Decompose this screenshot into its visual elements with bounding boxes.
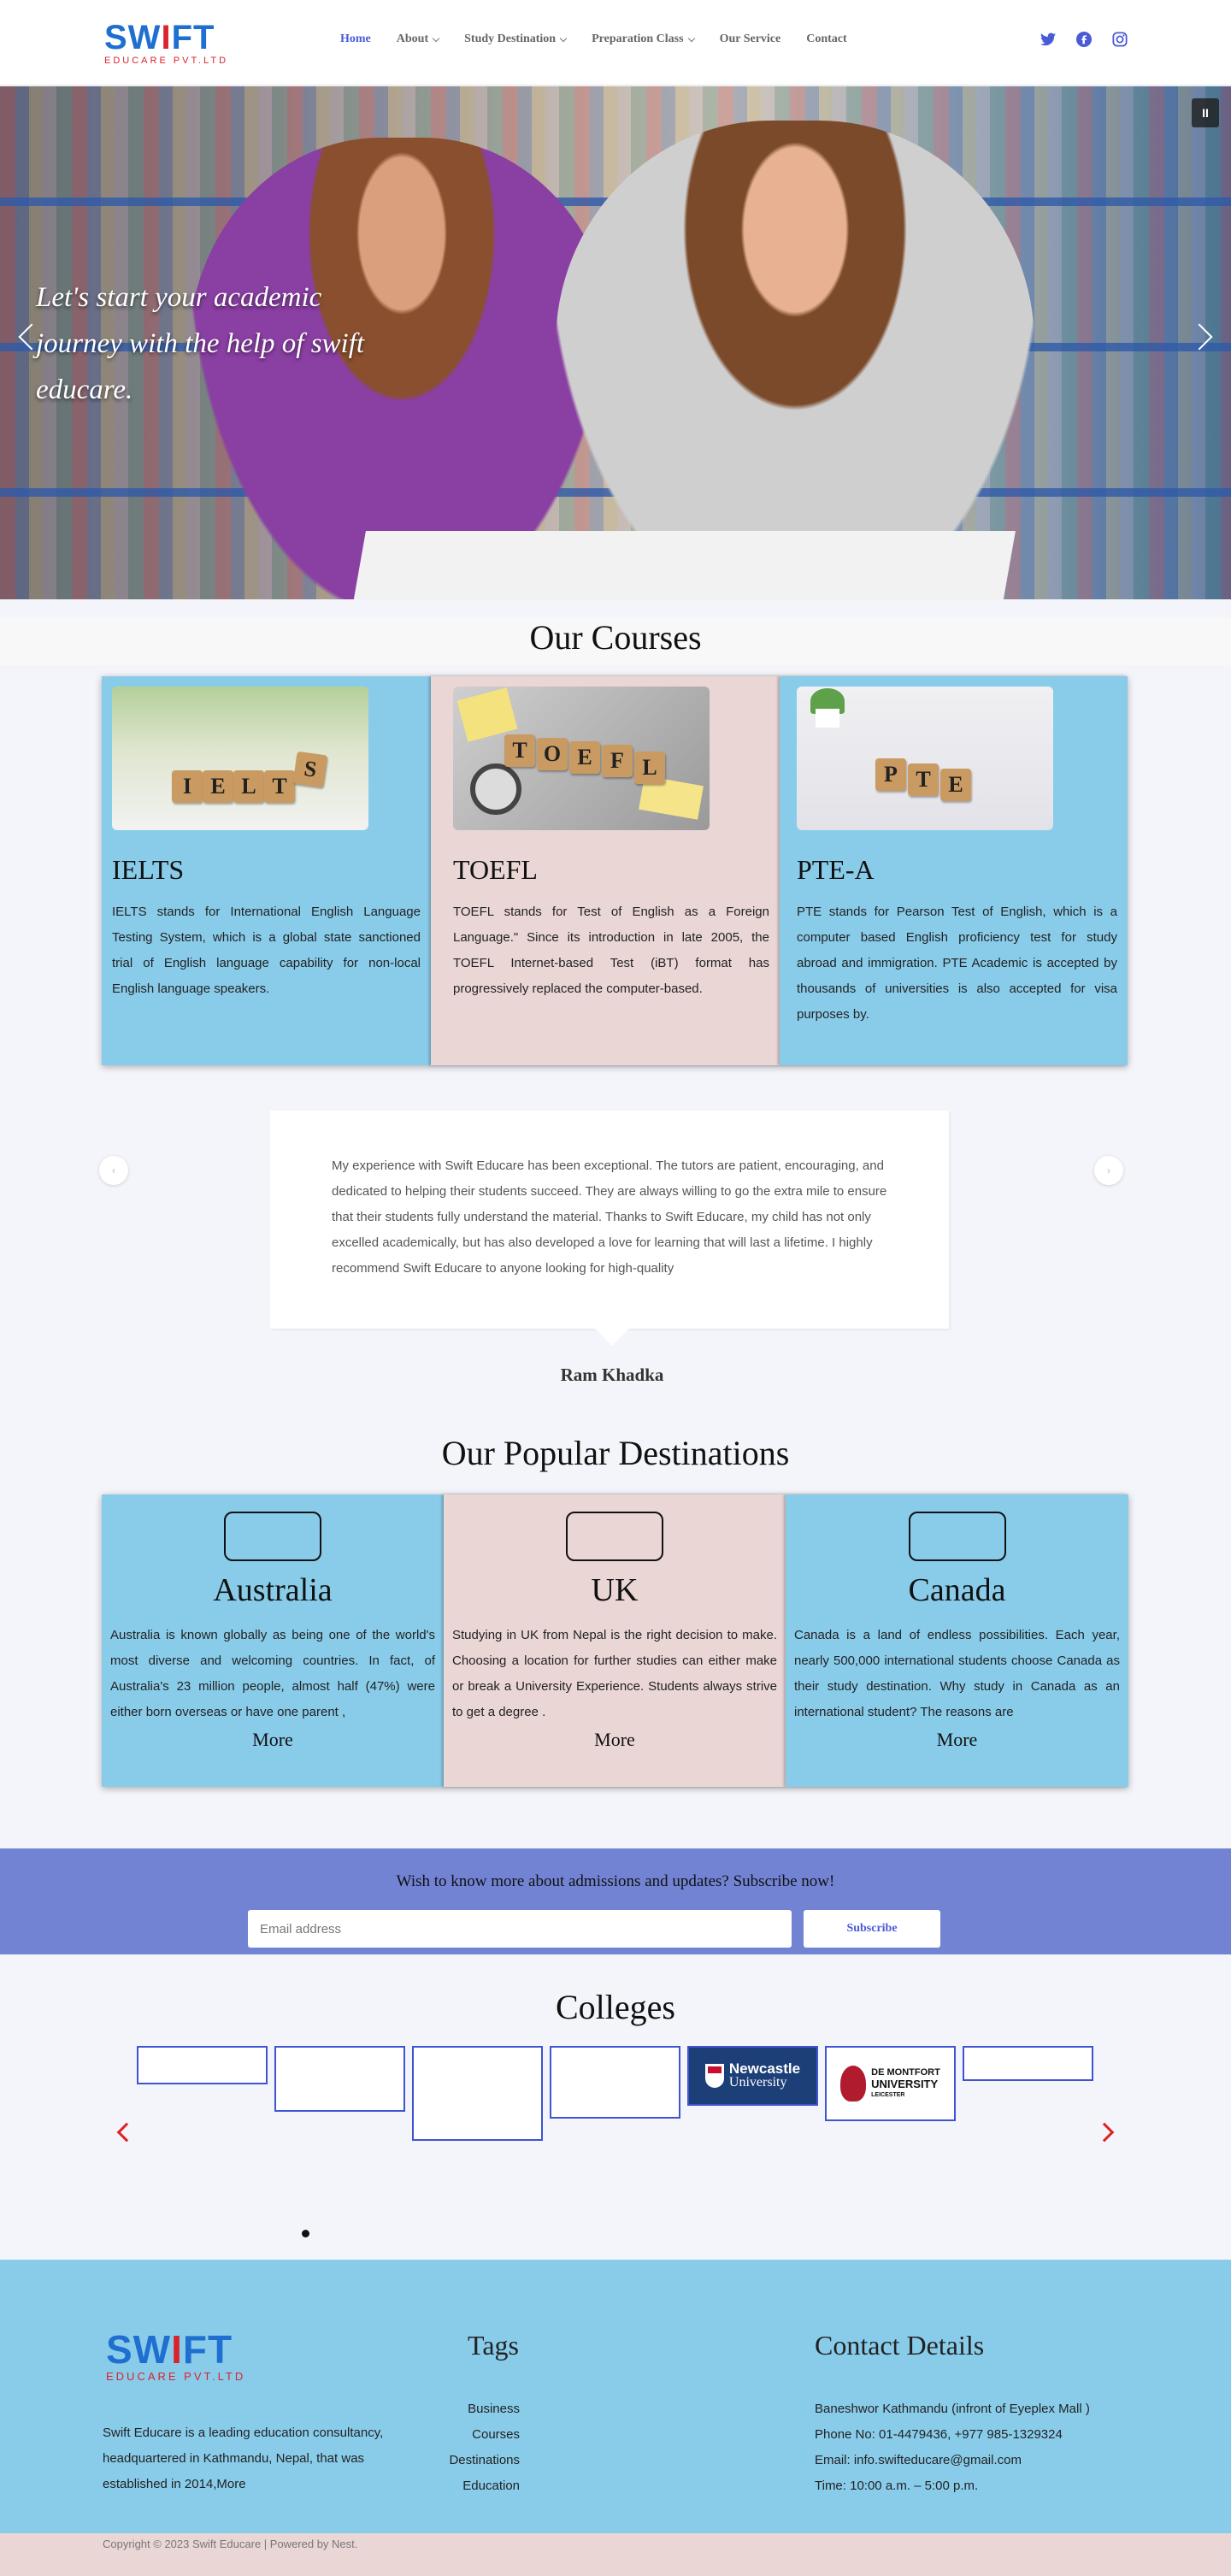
destination-title: UK — [591, 1572, 639, 1608]
tags-title: Tags — [468, 2330, 519, 2361]
hero-book — [352, 531, 1016, 599]
contact-address: Baneshwor Kathmandu (infront of Eyeplex … — [815, 2402, 1090, 2416]
testimonial-text: My experience with Swift Educare has bee… — [332, 1158, 887, 1276]
australia-flag-image — [224, 1512, 321, 1561]
destination-title: Canada — [908, 1572, 1006, 1608]
course-description: TOEFL stands for Test of English as a Fo… — [453, 905, 769, 996]
destination-card-uk[interactable]: UK Studying in UK from Nepal is the righ… — [444, 1494, 786, 1787]
subscribe-button[interactable]: Subscribe — [804, 1910, 940, 1948]
newcastle-university-logo[interactable]: Newcastle University — [687, 2046, 818, 2106]
course-card-ielts[interactable]: I E L T S IELTS IELTS stands for Interna… — [102, 676, 431, 1065]
nav-home[interactable]: Home — [340, 32, 371, 46]
contact-phone: Phone No: 01-4479436, +977 985-1329324 — [815, 2427, 1063, 2442]
site-header: SWIFT EDUCARE PVT.LTD Home About Study D… — [0, 0, 1231, 85]
destination-description: Australia is known globally as being one… — [110, 1628, 435, 1719]
course-title: IELTS — [112, 854, 185, 885]
course-title: PTE-A — [797, 854, 875, 885]
hero-slider: Let's start your academic journey with t… — [0, 86, 1231, 599]
hero-student-right — [556, 121, 1034, 599]
nav-contact[interactable]: Contact — [806, 32, 846, 46]
course-card-pte[interactable]: P T E PTE-A PTE stands for Pearson Test … — [780, 676, 1128, 1065]
more-link[interactable]: More — [794, 1729, 1120, 1751]
destination-description: Studying in UK from Nepal is the right d… — [452, 1628, 777, 1719]
courses-title: Our Courses — [0, 617, 1231, 665]
twitter-icon[interactable] — [1040, 31, 1057, 48]
pte-image: P T E — [797, 687, 1053, 830]
hero-caption: Let's start your academic journey with t… — [36, 282, 365, 405]
footer-logo[interactable]: SWIFT EDUCARE PVT.LTD — [106, 2330, 245, 2383]
course-description: IELTS stands for International English L… — [112, 905, 421, 996]
testimonial-prev-button[interactable]: ‹ — [99, 1156, 128, 1185]
ielts-image: I E L T S — [112, 687, 368, 830]
subscribe-title: Wish to know more about admissions and u… — [396, 1872, 835, 1890]
main-nav: Home About Study Destination Preparation… — [340, 32, 873, 46]
tag-link-courses[interactable]: Courses — [376, 2422, 520, 2448]
toefl-image: T O E F L — [453, 687, 710, 830]
contact-title: Contact Details — [815, 2330, 985, 2361]
de-montfort-university-logo[interactable]: DE MONTFORT UNIVERSITY LEICESTER — [825, 2046, 956, 2121]
testimonial-card: My experience with Swift Educare has bee… — [270, 1111, 949, 1329]
chevron-down-icon — [432, 34, 440, 42]
tag-link-education[interactable]: Education — [376, 2473, 520, 2499]
nav-preparation-class[interactable]: Preparation Class — [592, 32, 695, 46]
subscribe-section: Wish to know more about admissions and u… — [0, 1848, 1231, 1954]
destination-cards: Australia Australia is known globally as… — [102, 1494, 1128, 1787]
colleges-next-arrow[interactable] — [1094, 2122, 1115, 2143]
de-montfort-crest-icon — [840, 2066, 867, 2101]
email-field[interactable] — [248, 1910, 792, 1948]
tags-list: Business Courses Destinations Education — [376, 2396, 520, 2499]
course-card-toefl[interactable]: T O E F L TOEFL TOEFL stands for Test of… — [431, 676, 780, 1065]
college-logo[interactable] — [412, 2046, 543, 2141]
destination-description: Canada is a land of endless possibilitie… — [794, 1628, 1120, 1719]
canada-flag-image — [908, 1512, 1006, 1561]
carousel-dot[interactable] — [302, 2230, 309, 2237]
contact-email: Email: info.swifteducare@gmail.com — [815, 2453, 1022, 2467]
site-footer: SWIFT EDUCARE PVT.LTD Swift Educare is a… — [0, 2260, 1231, 2533]
contact-details: Baneshwor Kathmandu (infront of Eyeplex … — [815, 2396, 1090, 2499]
colleges-title: Colleges — [556, 1988, 675, 2026]
nav-our-service[interactable]: Our Service — [720, 32, 781, 46]
college-logo[interactable] — [137, 2046, 268, 2084]
more-link[interactable]: More — [452, 1729, 777, 1751]
chevron-down-icon — [559, 34, 568, 42]
testimonial-pointer — [595, 1329, 629, 1346]
testimonial-author: Ram Khadka — [560, 1365, 664, 1385]
hero-pause-button[interactable]: II — [1192, 98, 1219, 127]
destination-card-australia[interactable]: Australia Australia is known globally as… — [102, 1494, 444, 1787]
site-logo[interactable]: SWIFT EDUCARE PVT.LTD — [104, 21, 233, 66]
testimonial-next-button[interactable]: › — [1094, 1156, 1123, 1185]
course-title: TOEFL — [453, 854, 538, 885]
more-link[interactable]: More — [110, 1729, 435, 1751]
nav-study-destination[interactable]: Study Destination — [464, 32, 568, 46]
instagram-icon[interactable] — [1111, 31, 1128, 48]
copyright-text: Copyright © 2023 Swift Educare | Powered… — [103, 2538, 358, 2550]
destinations-title: Our Popular Destinations — [441, 1434, 790, 1472]
tag-link-business[interactable]: Business — [376, 2396, 520, 2422]
contact-hours: Time: 10:00 a.m. – 5:00 p.m. — [815, 2479, 979, 2493]
colleges-prev-arrow[interactable] — [116, 2122, 137, 2143]
course-cards: I E L T S IELTS IELTS stands for Interna… — [102, 676, 1128, 1065]
chevron-down-icon — [687, 34, 695, 42]
tag-link-destinations[interactable]: Destinations — [376, 2448, 520, 2473]
college-logo[interactable] — [550, 2046, 680, 2119]
destination-title: Australia — [213, 1572, 333, 1608]
course-description: PTE stands for Pearson Test of English, … — [797, 905, 1117, 1022]
nav-about[interactable]: About — [397, 32, 440, 46]
destination-card-canada[interactable]: Canada Canada is a land of endless possi… — [786, 1494, 1128, 1787]
college-logo[interactable] — [274, 2046, 405, 2112]
copyright-bar: Copyright © 2023 Swift Educare | Powered… — [0, 2533, 1231, 2576]
uk-flag-image — [566, 1512, 663, 1561]
facebook-icon[interactable] — [1075, 31, 1093, 48]
college-logo[interactable] — [963, 2046, 1093, 2081]
